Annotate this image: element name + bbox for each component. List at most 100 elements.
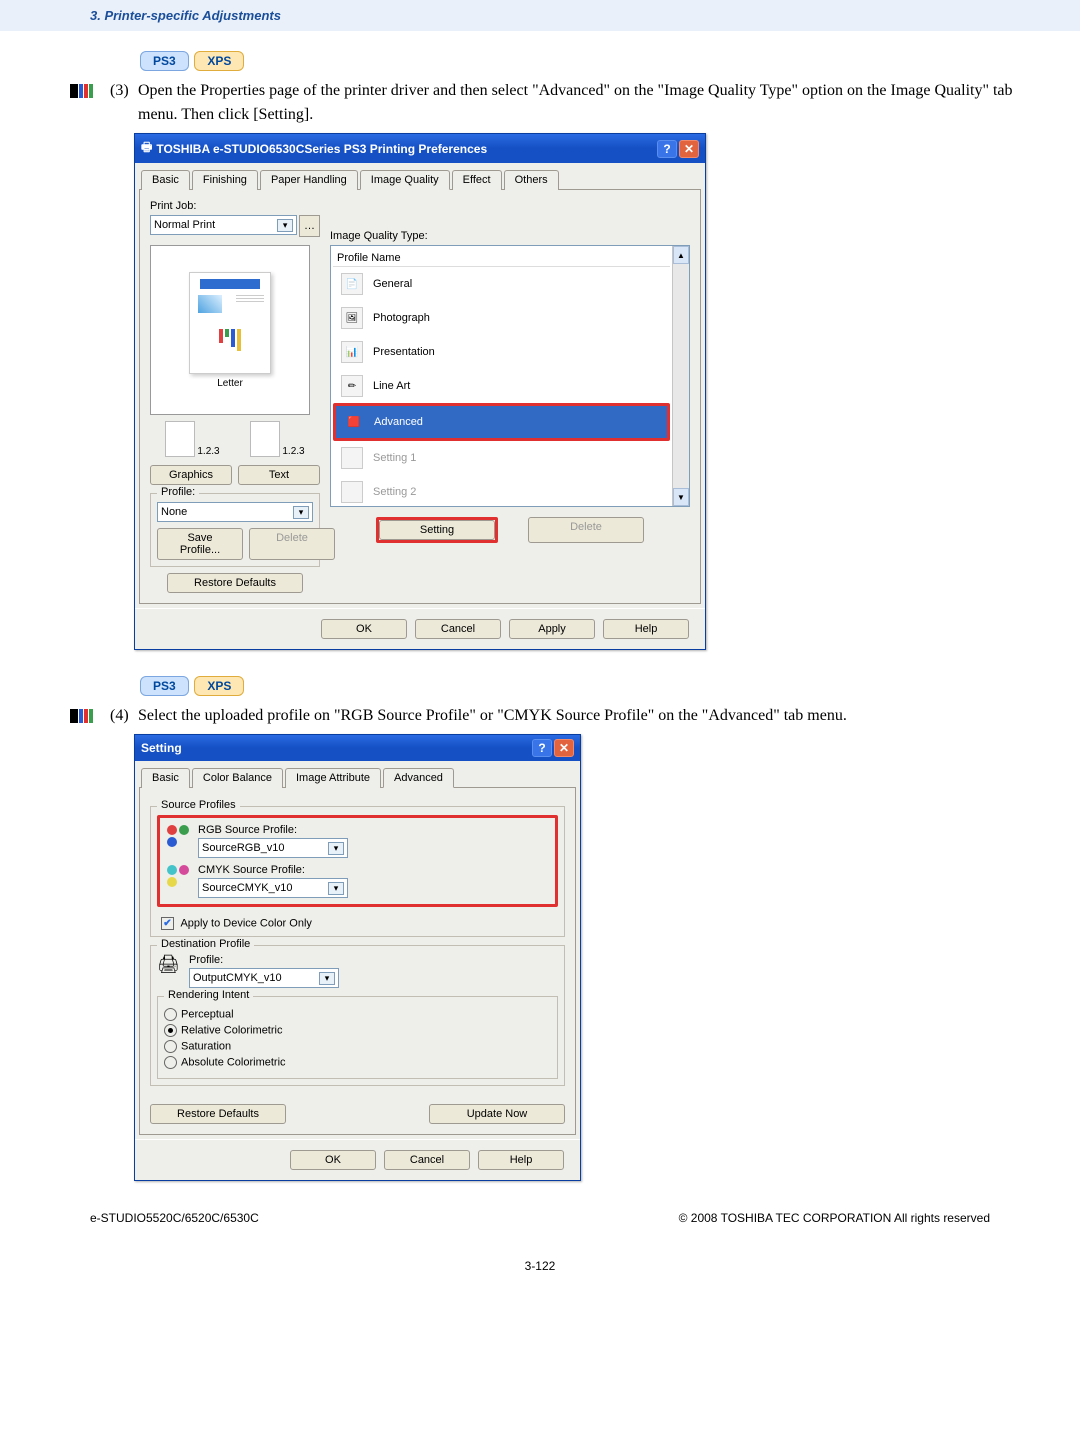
print-job-settings-button[interactable]: … — [299, 215, 320, 237]
help-icon[interactable]: ? — [532, 739, 552, 757]
tab-advanced[interactable]: Advanced — [383, 768, 454, 788]
tabstrip[interactable]: Basic Color Balance Image Attribute Adva… — [135, 761, 580, 787]
tab-paper-handling[interactable]: Paper Handling — [260, 170, 358, 190]
thumb-icon-1[interactable] — [165, 421, 195, 457]
app-icon: 🖶 — [141, 138, 152, 159]
cmyk-icon — [166, 864, 190, 888]
thumb-icon-2[interactable] — [250, 421, 280, 457]
profile-select[interactable]: None▾ — [157, 502, 313, 522]
cmyk-profile-select[interactable]: SourceCMYK_v10▾ — [198, 878, 348, 898]
update-now-button[interactable]: Update Now — [429, 1104, 565, 1124]
cancel2-button[interactable]: Cancel — [384, 1150, 470, 1170]
chevron-down-icon[interactable]: ▾ — [319, 972, 335, 985]
tab-basic2[interactable]: Basic — [141, 768, 190, 788]
help-button[interactable]: Help — [603, 619, 689, 639]
dialog-title: Setting — [141, 741, 530, 755]
help-icon[interactable]: ? — [657, 140, 677, 158]
print-job-label: Print Job: — [150, 200, 320, 212]
chevron-down-icon[interactable]: ▾ — [293, 506, 309, 519]
restore-defaults2-button[interactable]: Restore Defaults — [150, 1104, 286, 1124]
scrollbar[interactable]: ▲ ▼ — [672, 246, 689, 506]
badge-xps: XPS — [194, 676, 244, 696]
step-text-3: Open the Properties page of the printer … — [138, 79, 1030, 127]
chevron-down-icon[interactable]: ▾ — [328, 842, 344, 855]
setting-dialog: Setting ? ✕ Basic Color Balance Image At… — [134, 734, 581, 1181]
opt-presentation[interactable]: 📊Presentation — [333, 335, 670, 369]
save-profile-button[interactable]: Save Profile... — [157, 528, 243, 560]
section-header: 3. Printer-specific Adjustments — [0, 0, 1080, 31]
footer-model: e-STUDIO5520C/6520C/6530C — [90, 1211, 259, 1225]
color-swatch-icon — [70, 79, 102, 103]
dest-profile-select[interactable]: OutputCMYK_v10▾ — [189, 968, 339, 988]
scroll-down-icon[interactable]: ▼ — [673, 488, 689, 506]
scroll-up-icon[interactable]: ▲ — [673, 246, 689, 264]
apply-device-label: Apply to Device Color Only — [180, 917, 311, 929]
titlebar[interactable]: 🖶 TOSHIBA e-STUDIO6530CSeries PS3 Printi… — [135, 134, 705, 163]
rgb-profile-select[interactable]: SourceRGB_v10▾ — [198, 838, 348, 858]
opt-lineart[interactable]: ✏Line Art — [333, 369, 670, 403]
tab-others[interactable]: Others — [504, 170, 559, 190]
step-number-3: (3) — [110, 79, 138, 103]
badge-ps3: PS3 — [140, 676, 189, 696]
profile-group-label: Profile: — [157, 486, 199, 498]
radio-perceptual[interactable] — [164, 1008, 177, 1021]
close-icon[interactable]: ✕ — [554, 739, 574, 757]
delete-profile-button: Delete — [249, 528, 335, 560]
dialog-title: TOSHIBA e-STUDIO6530CSeries PS3 Printing… — [156, 142, 655, 156]
advanced-icon: 🟥 — [344, 412, 364, 432]
profile-name-header: Profile Name — [333, 250, 670, 267]
ok-button[interactable]: OK — [321, 619, 407, 639]
tab-color-balance[interactable]: Color Balance — [192, 768, 283, 788]
tabstrip[interactable]: Basic Finishing Paper Handling Image Qua… — [135, 163, 705, 189]
color-swatch-icon — [70, 704, 102, 728]
printer-icon: 🖨 — [157, 954, 181, 975]
setting1-icon — [341, 447, 363, 469]
ok2-button[interactable]: OK — [290, 1150, 376, 1170]
opt-photograph[interactable]: 🖼Photograph — [333, 301, 670, 335]
rendering-intent-label: Rendering Intent — [164, 989, 253, 1001]
graphics-button[interactable]: Graphics — [150, 465, 232, 485]
apply-button[interactable]: Apply — [509, 619, 595, 639]
rgb-icon — [166, 824, 190, 848]
chevron-down-icon[interactable]: ▾ — [328, 882, 344, 895]
opt-advanced[interactable]: 🟥Advanced — [336, 406, 667, 438]
radio-saturation[interactable] — [164, 1040, 177, 1053]
thumb-label-1: 1.2.3 — [197, 446, 219, 457]
print-job-select[interactable]: Normal Print▾ — [150, 215, 297, 235]
delete2-button: Delete — [528, 517, 644, 543]
setting-button[interactable]: Setting — [379, 520, 495, 540]
destination-profile-label: Destination Profile — [157, 938, 254, 950]
paper-size-label: Letter — [217, 378, 243, 389]
tab-basic[interactable]: Basic — [141, 170, 190, 190]
cmyk-profile-label: CMYK Source Profile: — [198, 864, 549, 876]
tab-effect[interactable]: Effect — [452, 170, 502, 190]
radio-absolute[interactable] — [164, 1056, 177, 1069]
absolute-label: Absolute Colorimetric — [181, 1056, 286, 1068]
tab-image-quality[interactable]: Image Quality — [360, 170, 450, 190]
chevron-down-icon[interactable]: ▾ — [277, 219, 293, 232]
opt-setting2[interactable]: Setting 2 — [333, 475, 670, 509]
radio-relative[interactable] — [164, 1024, 177, 1037]
image-quality-listbox[interactable]: Profile Name 📄General 🖼Photograph 📊Prese… — [330, 245, 690, 507]
perceptual-label: Perceptual — [181, 1008, 234, 1020]
step-text-4: Select the uploaded profile on "RGB Sour… — [138, 704, 1030, 728]
tab-image-attribute[interactable]: Image Attribute — [285, 768, 381, 788]
opt-setting1[interactable]: Setting 1 — [333, 441, 670, 475]
apply-device-checkbox[interactable]: ✔ — [161, 917, 174, 930]
relative-label: Relative Colorimetric — [181, 1024, 282, 1036]
tab-finishing[interactable]: Finishing — [192, 170, 258, 190]
close-icon[interactable]: ✕ — [679, 140, 699, 158]
restore-defaults-button[interactable]: Restore Defaults — [167, 573, 303, 593]
opt-general[interactable]: 📄General — [333, 267, 670, 301]
text-button[interactable]: Text — [238, 465, 320, 485]
badge-ps3: PS3 — [140, 51, 189, 71]
lineart-icon: ✏ — [341, 375, 363, 397]
cancel-button[interactable]: Cancel — [415, 619, 501, 639]
saturation-label: Saturation — [181, 1040, 231, 1052]
thumb-label-2: 1.2.3 — [282, 446, 304, 457]
setting2-icon — [341, 481, 363, 503]
page-preview: Letter — [150, 245, 310, 415]
source-profiles-label: Source Profiles — [157, 799, 240, 811]
titlebar[interactable]: Setting ? ✕ — [135, 735, 580, 761]
help2-button[interactable]: Help — [478, 1150, 564, 1170]
